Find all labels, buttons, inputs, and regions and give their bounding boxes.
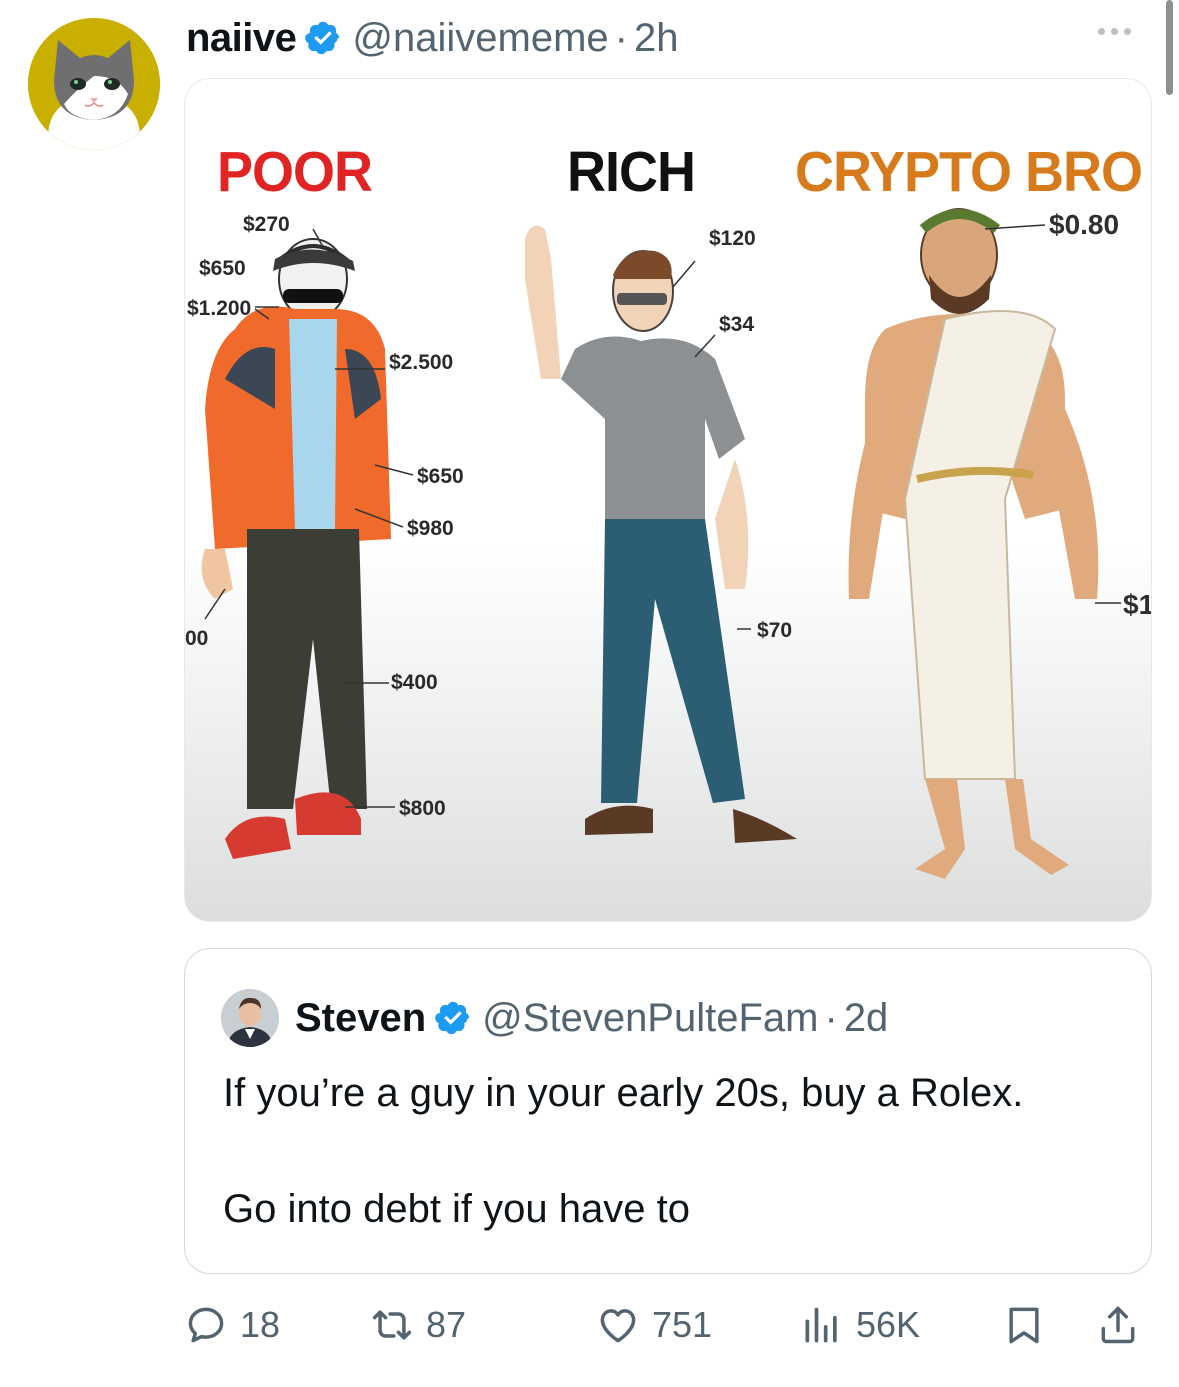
- price-label: $2.500: [389, 351, 454, 374]
- price-label: $1.200: [187, 297, 252, 320]
- price-label: $650: [199, 257, 246, 280]
- separator-dot: ·: [824, 995, 838, 1040]
- price-label: $650: [417, 465, 464, 488]
- separator-dot: ·: [614, 15, 628, 60]
- quoted-author-handle[interactable]: @StevenPulteFam: [482, 996, 818, 1041]
- scrollbar[interactable]: [1166, 0, 1173, 95]
- price-label: 00: [185, 627, 209, 650]
- tweet-media-image[interactable]: POOR RICH CRYPTO BRO $270 $650 $1.200 $2…: [184, 78, 1152, 922]
- verified-badge-icon: [434, 999, 472, 1037]
- tweet-timestamp[interactable]: 2h: [634, 16, 679, 61]
- column-title-rich: RICH: [567, 140, 696, 204]
- quoted-tweet[interactable]: Steven @StevenPulteFam · 2d If you’re a …: [184, 948, 1152, 1274]
- reply-button[interactable]: 18: [184, 1298, 280, 1352]
- more-dots-icon[interactable]: [1098, 28, 1131, 35]
- poor-character: [201, 236, 391, 859]
- bookmark-icon: [1009, 1307, 1039, 1344]
- crypto-bro-character: [848, 208, 1099, 879]
- retweet-icon: [372, 1310, 412, 1340]
- like-count: 751: [652, 1304, 713, 1345]
- retweet-count: 87: [426, 1304, 467, 1345]
- meme-illustration: [201, 208, 1121, 879]
- share-icon: [1101, 1306, 1135, 1344]
- quoted-tweet-header: Steven @StevenPulteFam · 2d: [221, 987, 888, 1049]
- price-label: $980: [407, 517, 454, 540]
- author-handle[interactable]: @naiivememe: [352, 16, 608, 61]
- price-label: $34: [719, 313, 755, 336]
- cat-avatar-illustration: [28, 18, 160, 150]
- column-title-crypto-bro: CRYPTO BRO: [795, 140, 1143, 204]
- reply-icon: [188, 1307, 224, 1343]
- verified-badge-icon: [304, 19, 342, 57]
- author-name[interactable]: naiive: [186, 16, 297, 61]
- price-label: $800: [399, 797, 446, 820]
- reply-count: 18: [240, 1304, 281, 1345]
- retweet-button[interactable]: 87: [370, 1298, 466, 1352]
- price-label: $1: [1123, 589, 1152, 620]
- views-button[interactable]: 56K: [800, 1298, 920, 1352]
- quoted-tweet-text-line: If you’re a guy in your early 20s, buy a…: [223, 1071, 1024, 1115]
- like-button[interactable]: 751: [596, 1298, 712, 1352]
- views-icon: [805, 1307, 837, 1343]
- rich-character: [525, 225, 797, 843]
- price-label: $400: [391, 671, 438, 694]
- bookmark-button[interactable]: [1002, 1298, 1046, 1352]
- price-label: $120: [709, 227, 756, 250]
- tweet-header: naiive @naiivememe · 2h: [186, 12, 678, 64]
- share-button[interactable]: [1096, 1298, 1140, 1352]
- heart-icon: [600, 1309, 636, 1343]
- quoted-author-avatar[interactable]: [221, 989, 279, 1047]
- quoted-tweet-timestamp[interactable]: 2d: [844, 996, 889, 1041]
- column-title-poor: POOR: [217, 140, 373, 204]
- author-avatar[interactable]: [28, 18, 160, 150]
- price-label: $70: [757, 619, 793, 642]
- quoted-tweet-text-line: Go into debt if you have to: [223, 1187, 690, 1231]
- views-count: 56K: [856, 1304, 921, 1345]
- quoted-author-name[interactable]: Steven: [295, 996, 426, 1041]
- tweet-action-bar: 18 87 751 56K: [184, 1298, 1152, 1352]
- price-label: $0.80: [1049, 209, 1120, 240]
- person-avatar-illustration: [221, 989, 279, 1047]
- price-label: $270: [243, 213, 290, 236]
